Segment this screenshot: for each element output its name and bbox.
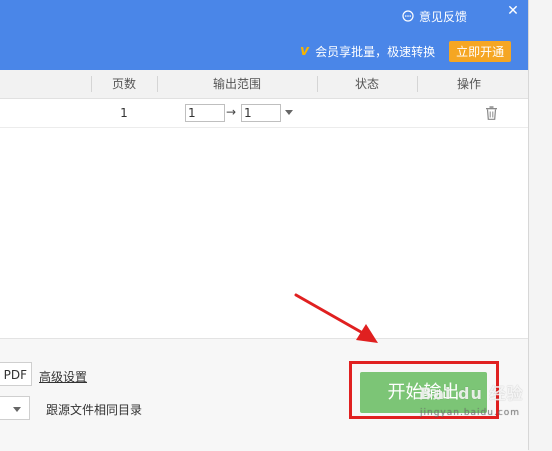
baidu-watermark: Bai du 经验 jingyan.baidu.com — [420, 380, 523, 418]
vip-icon: v — [300, 43, 310, 59]
column-status: 状态 — [354, 77, 379, 91]
range-to-input[interactable]: 1 — [241, 104, 281, 122]
table-header: 页数 输出范围 状态 操作 — [0, 70, 528, 99]
watermark-url: jingyan.baidu.com — [420, 408, 521, 418]
trash-icon[interactable] — [485, 106, 498, 120]
output-directory-select[interactable] — [0, 396, 30, 420]
feedback-label[interactable]: 意见反馈 — [419, 8, 467, 25]
chevron-down-icon — [13, 407, 21, 412]
header-bar: 意见反馈 ✕ v 会员享批量，极速转换 立即开通 — [0, 0, 528, 70]
page-count: 1 — [120, 106, 128, 120]
feedback-link[interactable]: 意见反馈 — [402, 8, 467, 24]
output-format-select[interactable]: PDF — [0, 362, 32, 386]
column-pages: 页数 — [111, 77, 136, 91]
watermark-text: Bai du 经验 — [420, 384, 524, 403]
column-output-range: 输出范围 — [212, 77, 261, 91]
range-arrow-icon: → — [226, 105, 237, 119]
range-from-input[interactable]: 1 — [185, 104, 225, 122]
row-status — [317, 99, 417, 127]
close-icon[interactable]: ✕ — [506, 4, 520, 18]
table-row: 1 1 → 1 — [0, 99, 528, 128]
open-membership-button[interactable]: 立即开通 — [449, 40, 512, 62]
vip-promo-text: 会员享批量，极速转换 — [315, 44, 436, 59]
range-dropdown-caret-icon[interactable] — [285, 110, 293, 115]
output-directory-label: 跟源文件相同目录 — [46, 403, 143, 417]
vip-banner: v 会员享批量，极速转换 立即开通 — [300, 40, 512, 62]
advanced-settings-link[interactable]: 高级设置 — [39, 368, 87, 385]
column-actions: 操作 — [456, 77, 481, 91]
chat-bubble-icon — [402, 10, 414, 22]
